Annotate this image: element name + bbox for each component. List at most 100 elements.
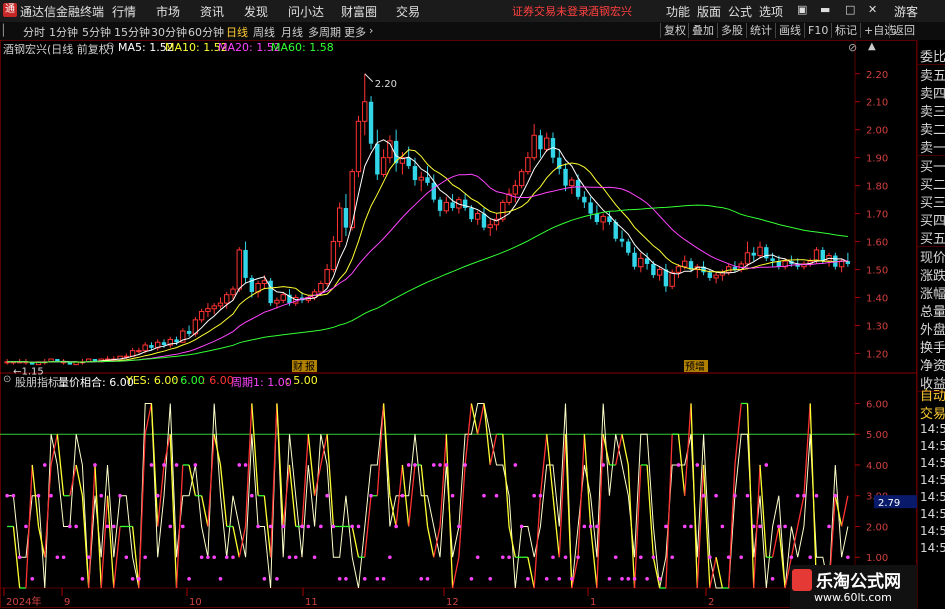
indicator-line-colored [690,403,698,589]
menu-xuanxiang[interactable]: 选项 [759,3,783,20]
candle-body [531,134,537,159]
indicator-dot [720,524,725,529]
indicator-dot [99,493,104,498]
ma-toggle-icon[interactable]: ⊙ [106,41,114,52]
indicator-tick-label: 2.00 [866,522,888,533]
tab-60min[interactable]: 60分钟 [188,24,224,40]
indicator-dot [86,555,91,560]
btn-biaoji[interactable]: 标记 [831,23,860,38]
kline-chart[interactable]: 2.20 2.10 2.00 1.90 1.80 1.70 1.60 1.50 1.40 1.30… [0,40,917,609]
high-marker [364,73,374,83]
indicator-dot [764,463,769,467]
menu-caifuquan[interactable]: 财富圈 [341,3,377,20]
tab-1min[interactable]: 1分钟 [49,24,78,40]
indicator-line-colored [56,434,65,496]
indicator-dot [5,493,9,498]
indicator-dot [538,493,543,498]
indicator-line-colored [527,557,535,589]
label-change: 涨跌 [920,269,945,284]
indicator-dot [632,576,637,581]
indicator-toggle-icon[interactable]: ⊙ [3,374,11,385]
indicator-dot [137,576,141,581]
menu-gongshi[interactable]: 公式 [728,3,752,20]
indicator-dot [155,493,160,498]
btn-diejia[interactable]: 叠加 [688,23,717,38]
minimize-icon[interactable]: ▬ [820,3,830,16]
menu-faxian[interactable]: 发现 [244,3,268,20]
high-label: 2.20 [375,79,397,90]
maximize-icon[interactable]: □ [845,3,855,16]
ma60-line [7,204,848,363]
stock-tag[interactable]: 酒钢宏兴 [588,3,632,19]
tab-monthly[interactable]: 月线 [281,24,303,40]
xaxis-label: 11 [305,597,318,608]
indicator-line-colored [69,464,77,496]
indicator-dot [237,463,242,467]
indicator-line-colored [577,434,586,558]
menu-shichang[interactable]: 市场 [156,3,180,20]
btn-fuquan[interactable]: 复权 [660,23,689,38]
candle-body [525,157,531,173]
menu-banmian[interactable]: 版面 [697,3,721,20]
indicator-line-colored [502,434,510,527]
btn-f10[interactable]: F10 [804,23,831,38]
indicator-tick-label: 1.00 [866,553,888,564]
close-icon[interactable]: ✕ [868,3,877,16]
chevron-right-icon[interactable]: › [369,24,373,37]
event-marker: 报 [305,360,315,373]
auto-trade-label-1[interactable]: 自动 [920,385,945,404]
indicator-dot [293,555,298,560]
menu-wenxiaoda[interactable]: 问小达 [288,3,324,20]
indicator-line-colored [364,495,372,558]
candle-body [425,177,430,183]
menu-hangqing[interactable]: 行情 [112,3,136,20]
indicator-tick-label: 5.00 [866,430,888,441]
guest-label[interactable]: 游客 [894,3,918,20]
btn-back[interactable]: 返回 [889,23,918,38]
indicator-dot [118,493,122,498]
tab-weekly[interactable]: 周线 [253,24,275,40]
skin-icon[interactable]: ▣ [797,3,807,16]
tab-more[interactable]: 更多 [344,24,366,40]
btn-duogu[interactable]: 多股 [717,23,746,38]
btn-tongji[interactable]: 统计 [746,23,775,38]
candle-body [487,224,493,229]
indicator-dot [268,524,273,529]
indicator-title[interactable]: 股朋指标 [15,374,59,390]
event-marker: 预增 [685,360,705,373]
menu-gongneng[interactable]: 功能 [666,3,690,20]
indicator-dot [306,524,311,529]
indicator-dot [262,576,267,581]
menu-jiaoyi[interactable]: 交易 [396,3,420,20]
chart-collapse-icon[interactable]: ▲ [868,41,876,52]
indicator-line-colored [696,464,705,589]
indicator-dot [331,524,336,529]
price-tick-label: 1.80 [866,182,888,193]
app-title: 通达信金融终端 [20,5,105,19]
login-notice[interactable]: 证券交易未登录 [512,3,589,19]
chart-settings-icon[interactable]: ⊘ [848,41,857,54]
indicator-line-white [7,403,849,589]
chart-title[interactable]: 酒钢宏兴(日线 前复权) [3,41,114,57]
indicator-line-colored [451,557,460,589]
candle-body [820,249,825,262]
tab-daily[interactable]: 日线 [226,24,248,40]
indicator-dot [143,555,147,560]
btn-huaxian[interactable]: 画线 [775,23,804,38]
indicator-dot [256,524,260,529]
tab-fenshi[interactable]: 分时 [23,24,45,40]
indicator-line-colored [351,526,360,558]
indicator-dot [124,555,129,560]
tab-30min[interactable]: 30分钟 [151,24,187,40]
indicator-dot [30,576,35,581]
indicator-dot [243,463,248,467]
tab-15min[interactable]: 15分钟 [114,24,150,40]
tab-5min[interactable]: 5分钟 [82,24,111,40]
menu-zixun[interactable]: 资讯 [200,3,224,20]
tab-multi-period[interactable]: 多周期 [308,24,341,40]
indicator-dot [319,524,323,529]
indicator-dot [595,524,599,529]
tick-time: 14:56 [920,439,945,453]
indicator-dot [111,524,116,529]
auto-trade-label-2[interactable]: 交易 [920,403,945,422]
